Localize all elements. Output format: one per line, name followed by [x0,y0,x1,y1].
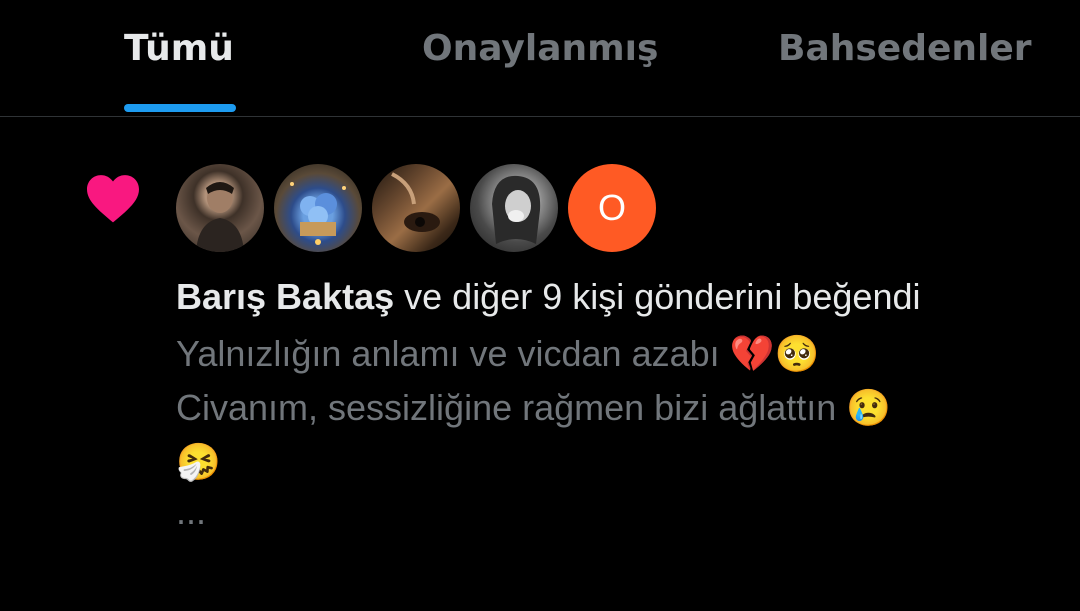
tab-verified[interactable]: Onaylanmış [422,28,658,69]
post-line: 🤧 [176,441,221,482]
truncation-ellipsis: ... [176,491,207,532]
notification-body: Barış Baktaş ve diğer 9 kişi gönderini b… [176,270,1036,539]
avatar[interactable] [372,164,460,252]
liked-summary: Barış Baktaş ve diğer 9 kişi gönderini b… [176,270,1036,324]
liker-name[interactable]: Barış Baktaş [176,276,394,317]
liked-post-preview[interactable]: Yalnızlığın anlamı ve vicdan azabı 💔🥺 Ci… [176,327,1036,539]
tab-all[interactable]: Tümü [124,28,234,69]
avatar[interactable] [274,164,362,252]
post-line: Yalnızlığın anlamı ve vicdan azabı 💔🥺 [176,333,820,374]
liked-suffix: ve diğer 9 kişi gönderini beğendi [394,276,921,317]
avatar[interactable] [176,164,264,252]
tab-mentions[interactable]: Bahsedenler [778,28,1032,69]
heart-icon [87,175,139,223]
active-tab-indicator [124,104,236,112]
avatar-initial[interactable]: O [568,164,656,252]
post-line: Civanım, sessizliğine rağmen bizi ağlatt… [176,387,892,428]
notification-tabs: Tümü Onaylanmış Bahsedenler [0,0,1080,117]
avatar[interactable] [470,164,558,252]
